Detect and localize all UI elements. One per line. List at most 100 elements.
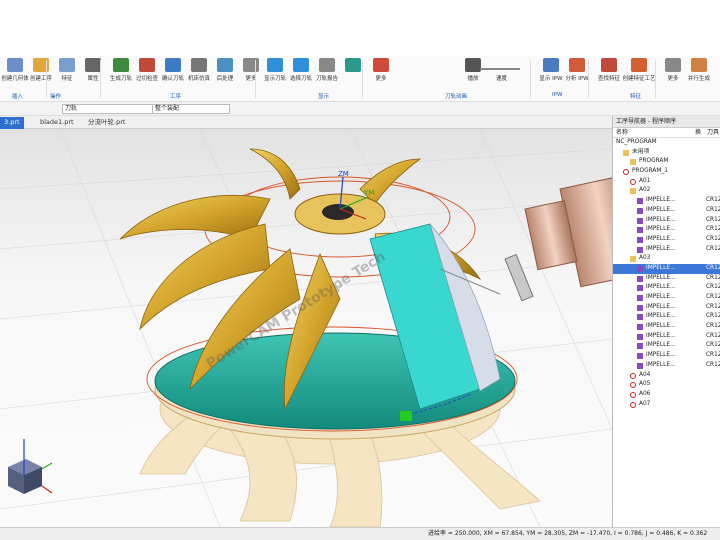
navigator-row[interactable]: IMPELLE... CR12 [613,341,720,351]
ribbon-button-15-icon [465,58,481,72]
navigator-row[interactable]: IMPELLE... CR12 [613,322,720,332]
navigator-tree: NC_PROGRAM 未用项 PROGRAM PROGRAM_1 A01 A02 IMPEL… [613,138,720,409]
ribbon-button-label: 并行生成 [687,76,710,82]
tab-1[interactable]: blade1.prt [36,117,78,129]
navigator-row[interactable]: PROGRAM_1 [613,167,720,177]
ribbon-button-17[interactable]: 分析 IPW [564,58,590,82]
view-triad[interactable] [8,439,53,494]
navigator-row[interactable]: IMPELLE... CR12 [613,351,720,361]
no-status-icon [623,169,629,176]
ribbon-button-18[interactable]: 查找特征 [596,58,622,82]
type-filter-dropdown[interactable]: 刀轨 [62,104,162,114]
navigator-row[interactable]: A01 [613,177,720,187]
ribbon-button-4[interactable]: 生成刀轨 [108,58,134,82]
navigator-row-name: IMPELLE... [646,323,676,330]
navigator-row[interactable]: A04 [613,371,720,381]
scope-dropdown[interactable]: 整个装配 [152,104,230,114]
ribbon-button-label: 分析 IPW [565,76,589,82]
navigator-row-name: IMPELLE... [646,352,676,359]
navigator-row-tool: CR12 [706,332,720,339]
navigator-row-name: IMPELLE... [646,226,676,233]
navigator-row[interactable]: IMPELLE... CR12 [613,196,720,206]
ribbon-button-2[interactable]: 特征 [54,58,80,82]
navigator-row[interactable]: IMPELLE... CR12 [613,225,720,235]
navigator-row[interactable]: IMPELLE... CR12 [613,274,720,284]
operation-navigator: 工序导航器 - 程序顺序 名称 换 刀具 NC_PROGRAM 未用项 PROGRA… [612,116,720,527]
navigator-row-tool: CR12 [706,361,720,368]
navigator-row[interactable]: IMPELLE... CR12 [613,216,720,226]
ribbon-button-19[interactable]: 创建特征工艺 [623,58,656,82]
ribbon-button-label: 播放 [467,76,479,82]
ribbon-button-15[interactable]: 播放 [460,58,486,82]
column-change[interactable]: 换 [695,128,701,138]
column-tool[interactable]: 刀具 [707,128,719,138]
ribbon-button-20-icon [665,58,681,72]
navigator-row[interactable]: IMPELLE... CR12 [613,293,720,303]
ribbon-button-12[interactable]: 刀轨报告 [314,58,340,82]
ribbon-button-label: 创建特征工艺 [622,76,656,82]
no-status-icon [630,178,636,185]
operation-icon [637,362,643,369]
ribbon-button-6-icon [165,58,181,72]
ribbon-button-label: 后处理 [216,76,234,82]
ribbon-button-label: 更多 [667,76,679,82]
ribbon-button-8[interactable]: 后处理 [212,58,238,82]
navigator-row[interactable]: A06 [613,390,720,400]
navigator-row[interactable]: A03 [613,254,720,264]
ribbon-button-16[interactable]: 显示 IPW [538,58,564,82]
navigator-row[interactable]: IMPELLE... CR12 [613,312,720,322]
navigator-row[interactable]: IMPELLE... CR12 [613,283,720,293]
ribbon-button-label: 更多 [375,76,387,82]
ribbon-button-1[interactable]: 创建工序 [28,58,54,82]
ribbon-button-label: 生成刀轨 [109,76,132,82]
ribbon-button-3[interactable]: 属性 [80,58,106,82]
operation-icon [637,217,643,224]
navigator-row[interactable]: A02 [613,186,720,196]
navigator-row[interactable]: IMPELLE... CR12 [613,303,720,313]
navigator-row[interactable]: IMPELLE... CR12 [613,332,720,342]
ribbon-button-label: 确认刀轨 [161,76,184,82]
navigator-row[interactable]: IMPELLE... CR12 [613,206,720,216]
navigator-row-name: IMPELLE... [646,245,676,252]
navigator-header: 名称 换 刀具 [613,128,720,138]
ribbon-button-18-icon [601,58,617,72]
ribbon-button-10[interactable]: 显示刀轨 [262,58,288,82]
navigator-row-name: A05 [639,381,651,388]
column-name[interactable]: 名称 [616,128,628,138]
ribbon-button-6[interactable]: 确认刀轨 [160,58,186,82]
tab-0[interactable]: 3.prt [0,117,24,129]
ribbon-button-21[interactable]: 并行生成 [686,58,712,82]
navigator-row-name: IMPELLE... [646,294,676,300]
operation-icon [637,246,643,253]
ribbon-button-7[interactable]: 机床仿真 [186,58,212,82]
operation-icon [637,285,643,292]
ribbon-button-20[interactable]: 更多 [660,58,686,82]
navigator-row-name: A04 [639,371,651,378]
ribbon-button-5[interactable]: 过切检查 [134,58,160,82]
navigator-row[interactable]: IMPELLE... CR12 [613,263,720,274]
tab-2[interactable]: 分流叶轮.prt [84,117,129,129]
navigator-row[interactable]: PROGRAM [613,157,720,167]
navigator-row-name: IMPELLE... [646,206,676,213]
ribbon-button-0[interactable]: 创建几何体 [1,58,29,82]
navigator-row[interactable]: NC_PROGRAM [613,138,720,148]
speed-slider[interactable] [480,68,520,70]
navigator-row[interactable]: IMPELLE... CR12 [613,361,720,371]
navigator-row[interactable]: 未用项 [613,148,720,158]
navigator-row-tool: CR12 [706,342,720,349]
graphics-viewport[interactable]: ZM YM PowerCAM Prototype Tech [0,129,612,527]
ribbon-button-5-icon [139,58,155,72]
navigator-row[interactable]: IMPELLE... CR12 [613,245,720,255]
navigator-row-name: A02 [639,187,651,194]
speed-label: 速度 [496,76,508,82]
ribbon-button-11[interactable]: 选择刀轨 [288,58,314,82]
navigator-row[interactable]: A05 [613,380,720,390]
navigator-row-tool: CR12 [706,294,720,300]
ribbon-button-9[interactable]: 更多 [238,58,264,82]
navigator-row[interactable]: IMPELLE... CR12 [613,235,720,245]
navigator-row[interactable]: A07 [613,400,720,410]
ribbon-button-2-icon [59,58,75,72]
ribbon-button-14[interactable]: 更多 [368,58,394,82]
ribbon-button-12-icon [319,58,335,72]
ribbon-group-label: 显示 [318,94,330,100]
